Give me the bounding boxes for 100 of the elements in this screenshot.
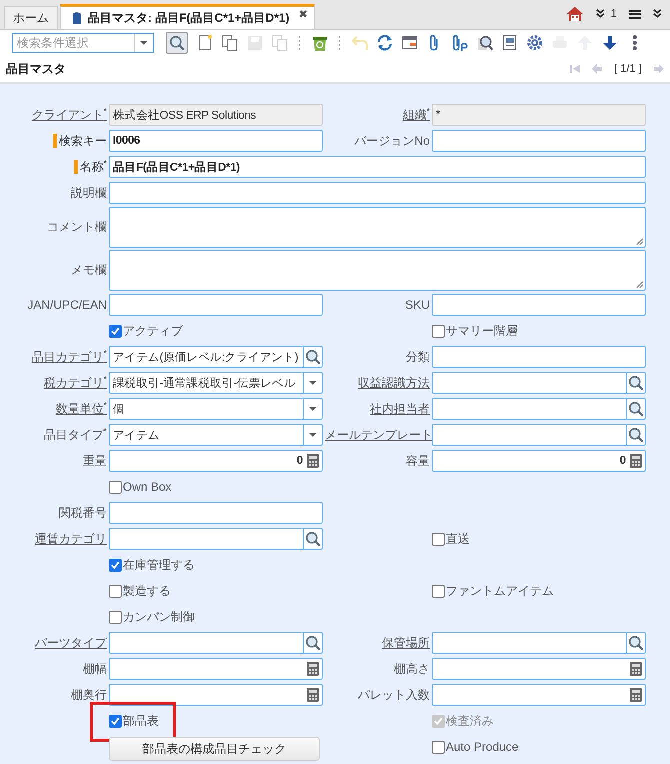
record-position: [ 1/1 ] [614,63,642,75]
calculator-icon[interactable] [306,687,320,703]
input-field[interactable] [432,346,646,368]
calculator-icon[interactable] [629,661,643,677]
lookup-field[interactable] [432,632,646,654]
down-arrow-icon[interactable] [602,35,618,51]
resize-grip-icon[interactable] [636,281,644,289]
field-label: 棚高さ [394,662,430,676]
refresh-icon[interactable] [377,35,393,51]
field-label: 関税番号 [59,506,107,520]
input-field[interactable] [109,294,323,316]
field-label[interactable]: 保管場所 [382,636,430,650]
checkbox[interactable] [109,480,122,494]
number-field[interactable] [109,658,323,680]
resize-grip-icon[interactable] [636,238,644,246]
tab[interactable]: 品目マスタ: 品目F(品目C*1+品目D*1) ✖ [60,4,315,29]
input-field[interactable] [109,182,646,204]
field-label[interactable]: クライアント$^{*}$ [32,108,107,122]
bin-icon[interactable] [312,35,328,51]
lookup-field[interactable] [109,632,323,654]
number-field[interactable] [432,684,646,706]
checkbox[interactable] [432,324,445,338]
caret-icon[interactable] [308,432,318,438]
search-icon[interactable] [166,32,188,54]
checkbox[interactable] [109,324,122,338]
checkbox[interactable] [432,584,445,598]
table-icon[interactable] [402,35,418,51]
field-label[interactable]: 税カテゴリ$^{*}$ [44,376,107,390]
lookup-field[interactable] [432,372,646,394]
field-label: パレット入数 [358,688,430,702]
lookup-field[interactable]: アイテム(原価レベル:クライアント) [109,346,323,368]
lookup-field[interactable] [432,398,646,420]
field-label: 品目タイプ$^{*}$ [44,428,107,442]
search-icon[interactable] [628,427,644,443]
dropdown-field[interactable]: アイテム [109,424,323,446]
checkbox-label: 部品表 [123,712,159,730]
close-icon[interactable]: ✖ [298,8,308,21]
checkbox[interactable] [432,740,445,754]
field-label: SKU [405,298,430,312]
lookup-field[interactable] [109,528,323,550]
field-label[interactable]: 組織$^{*}$ [402,108,430,122]
tick-icon [110,716,121,726]
input-field[interactable]: 品目F(品目C*1+品目D*1) [109,156,646,178]
input-field[interactable] [432,130,646,152]
copy-icon[interactable] [222,35,238,51]
checkbox[interactable] [432,532,445,546]
calculator-icon[interactable] [306,661,320,677]
tick-icon [110,560,121,570]
caret-icon[interactable] [308,406,318,412]
input-field[interactable]: I0006 [109,130,323,152]
settings-icon[interactable] [527,35,543,51]
field-label[interactable]: 品目カテゴリ$^{*}$ [32,350,107,364]
caret-icon[interactable] [308,380,318,386]
search-icon[interactable] [305,531,321,547]
number-field[interactable] [432,658,646,680]
calculator-icon[interactable] [629,453,643,469]
search-icon[interactable] [628,635,644,651]
zoom-icon[interactable] [477,35,493,51]
search-icon[interactable] [305,635,321,651]
menu-icon[interactable] [629,9,641,19]
checkbox-label: アクティブ [123,322,183,340]
search-icon[interactable] [628,401,644,417]
check-button[interactable]: 部品表の構成品目チェック [109,737,320,761]
input-field[interactable] [432,294,646,316]
field-label: 分類 [406,350,430,364]
number-field[interactable] [109,684,323,706]
paperclip-icon[interactable] [452,35,468,51]
calculator-icon[interactable] [629,687,643,703]
search-icon[interactable] [305,349,321,365]
checkbox-label: 検査済み [446,712,494,730]
number-field[interactable]: 0 [432,450,646,472]
home-icon[interactable] [566,6,584,22]
dropdown-field[interactable]: 個 [109,398,323,420]
text-area[interactable] [109,250,646,291]
tab-count: 1 [610,8,617,20]
checkbox[interactable] [109,714,122,728]
field-label[interactable]: パーツタイプ [35,636,107,650]
field-label[interactable]: 収益認識方法 [358,376,430,390]
tab[interactable]: ホーム [4,6,58,29]
checkbox[interactable] [109,584,122,598]
field-label[interactable]: 数量単位$^{*}$ [56,402,107,416]
document-icon[interactable] [197,35,213,51]
input-field[interactable] [109,502,323,524]
search-icon[interactable] [628,375,644,391]
checkbox[interactable] [109,558,122,572]
report-icon[interactable] [502,35,518,51]
lookup-field[interactable] [432,424,646,446]
text-area[interactable] [109,207,646,248]
field-label: 容量 [406,454,430,468]
tick-icon [110,326,121,336]
field-label[interactable]: メールテンプレート [325,428,433,442]
calculator-icon[interactable] [306,453,320,469]
dropdown-field[interactable]: 課税取引-通常課税取引-伝票レベル [109,372,323,394]
field-label[interactable]: 社内担当者 [370,402,430,416]
field-label[interactable]: 運賃カテゴリ [35,532,107,546]
chevrons-icon[interactable] [596,9,605,19]
field-label: バージョンNo [354,134,430,148]
number-field[interactable]: 0 [109,450,323,472]
chevrons-icon[interactable] [653,9,662,19]
checkbox[interactable] [109,610,122,624]
